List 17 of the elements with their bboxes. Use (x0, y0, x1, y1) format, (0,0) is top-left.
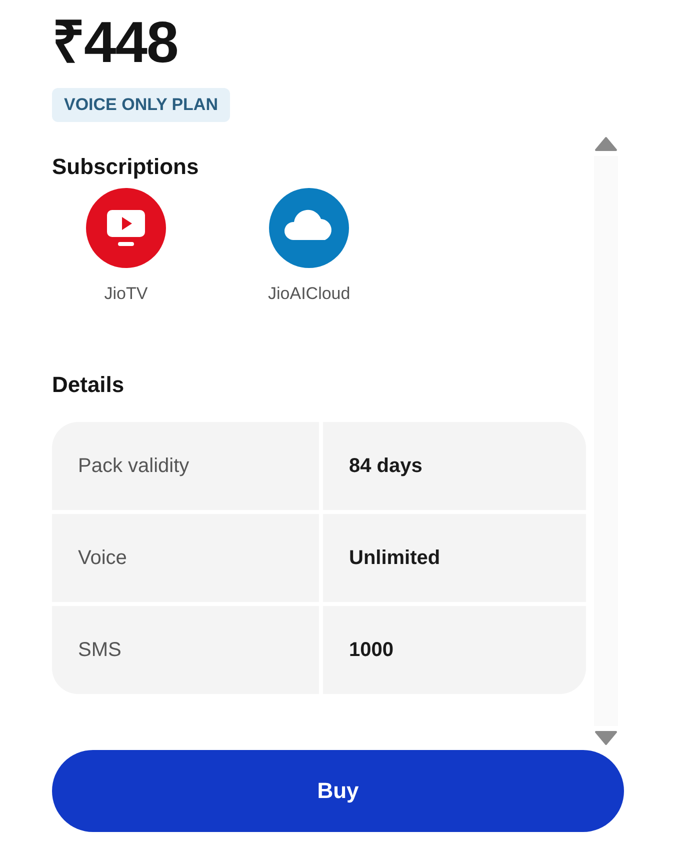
price: ₹448 (52, 10, 178, 76)
section-heading: Subscriptions (52, 154, 200, 180)
table-cell: 1000 (323, 606, 586, 694)
subscription-name: JioAICloud (268, 284, 350, 304)
plan-badge: VOICE ONLY PLAN (52, 88, 230, 122)
cloud-icon[interactable] (269, 188, 350, 268)
section-heading: Details (52, 372, 126, 398)
table-cell: Unlimited (323, 514, 586, 602)
scroll-up-icon[interactable] (594, 136, 618, 152)
buy-button[interactable]: Buy (52, 750, 624, 832)
table-cell: Voice (52, 514, 319, 602)
tv-icon[interactable] (86, 188, 166, 268)
table-cell: 84 days (323, 422, 586, 510)
scroll-down-icon[interactable] (594, 730, 618, 746)
subscription-name: JioTV (104, 284, 148, 304)
table-cell: SMS (52, 606, 319, 694)
table-cell: Pack validity (52, 422, 319, 510)
